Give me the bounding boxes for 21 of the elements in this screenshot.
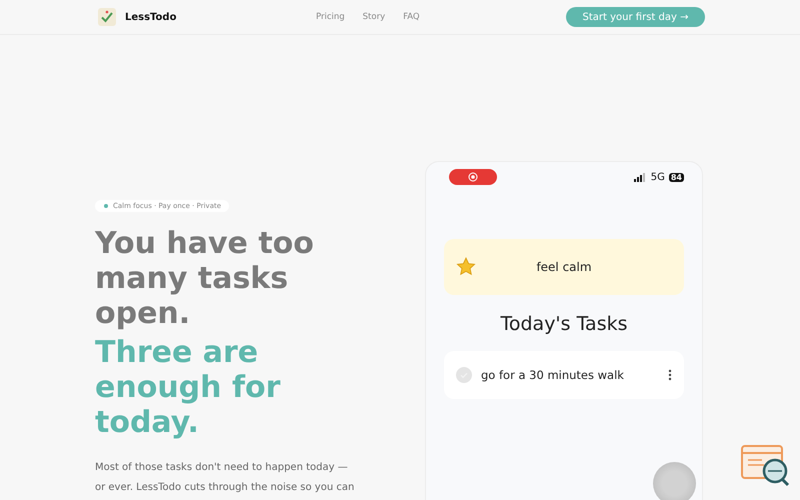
- network-label: 5G: [650, 172, 665, 182]
- task-text: go for a 30 minutes walk: [481, 368, 625, 382]
- cta-button[interactable]: Start your first day →: [566, 7, 705, 27]
- dot-icon: [104, 204, 108, 208]
- browser-search-icon[interactable]: [740, 444, 792, 488]
- headline-accent: Three are enough for today.: [95, 335, 280, 440]
- star-icon: [456, 257, 476, 277]
- battery-level: 84: [668, 172, 684, 182]
- record-indicator: [449, 169, 497, 185]
- nav-link[interactable]: Story: [362, 12, 386, 22]
- brand-name: LessTodo: [125, 12, 176, 22]
- tasks-title: Today's Tasks: [499, 313, 629, 335]
- headline: You have too many tasks open.: [95, 226, 314, 331]
- nav-link[interactable]: Pricing: [316, 12, 345, 22]
- signal-icon: [634, 172, 647, 182]
- description: Most of those tasks don't need to happen today — or ever. LessTodo cuts through the noise so you can: [95, 461, 354, 495]
- more-icon[interactable]: [668, 369, 672, 381]
- checkbox[interactable]: [456, 367, 472, 383]
- logo-icon: [98, 8, 116, 26]
- quote-text: feel calm: [535, 260, 593, 274]
- nav-link[interactable]: FAQ: [403, 12, 420, 22]
